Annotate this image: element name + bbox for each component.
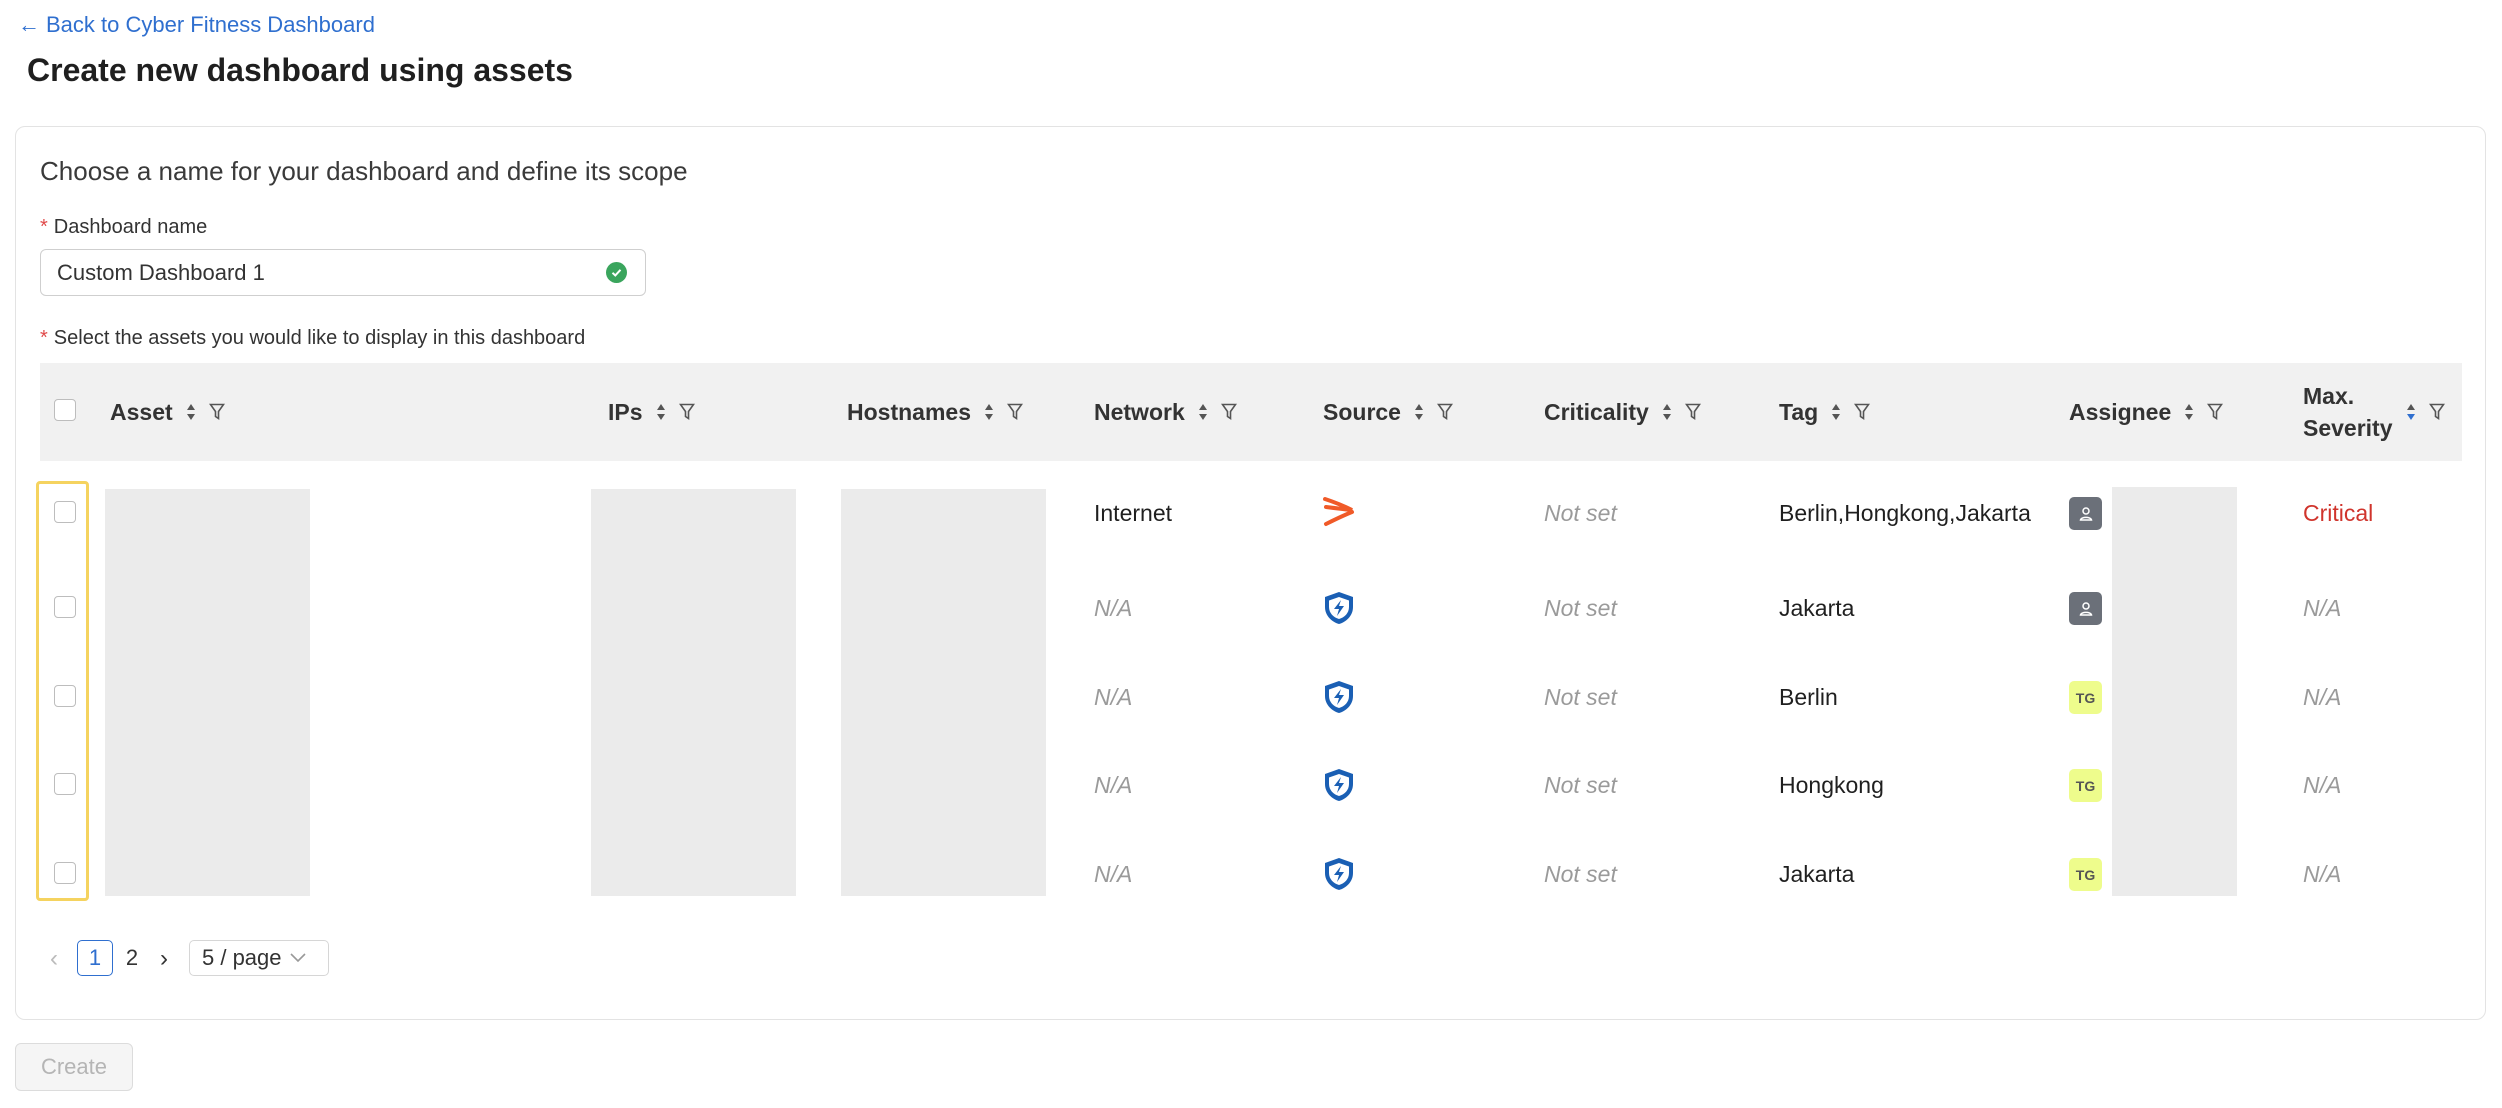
row-checkbox[interactable] (54, 501, 76, 523)
user-avatar-icon (2069, 592, 2102, 625)
sort-icon[interactable] (1830, 401, 1842, 423)
sort-icon[interactable] (185, 401, 197, 423)
dashboard-name-label: * Dashboard name (40, 216, 207, 239)
assignee-initials-avatar: TG (2069, 858, 2102, 891)
column-header-asset[interactable]: Asset (110, 363, 225, 461)
column-label: Assignee (2069, 399, 2172, 425)
filter-icon[interactable] (2207, 403, 2224, 421)
shield-bolt-icon (1325, 681, 1353, 713)
filter-icon[interactable] (1854, 403, 1871, 421)
tag-cell: Berlin (1779, 684, 1838, 710)
filter-icon[interactable] (208, 403, 225, 421)
page-1-button[interactable]: 1 (77, 940, 113, 976)
page-title: Create new dashboard using assets (27, 52, 573, 88)
network-cell: N/A (1094, 684, 1133, 710)
column-label: Criticality (1544, 399, 1649, 425)
column-header-assignee[interactable]: Assignee (2069, 363, 2224, 461)
check-circle-icon (606, 262, 627, 283)
column-label: Hostnames (847, 399, 971, 425)
shield-bolt-icon (1325, 769, 1353, 801)
filter-icon[interactable] (1436, 403, 1453, 421)
column-header-hostnames[interactable]: Hostnames (847, 363, 1023, 461)
tag-cell: Berlin,Hongkong,Jakarta (1779, 500, 2031, 526)
filter-icon[interactable] (1006, 403, 1023, 421)
user-avatar-icon (2069, 497, 2102, 530)
row-checkbox[interactable] (54, 862, 76, 884)
redacted-assignee-column (2112, 487, 2237, 896)
column-label: Network (1094, 399, 1185, 425)
network-cell: N/A (1094, 772, 1133, 798)
criticality-cell: Not set (1544, 684, 1617, 710)
sort-icon[interactable] (1197, 401, 1209, 423)
column-header-criticality[interactable]: Criticality (1544, 363, 1701, 461)
required-mark: * (40, 216, 48, 238)
sort-icon[interactable] (1413, 401, 1425, 423)
sort-icon[interactable] (1661, 401, 1673, 423)
dashboard-name-label-text: Dashboard name (53, 216, 208, 238)
select-all-checkbox[interactable] (54, 399, 76, 421)
chevron-down-icon (289, 953, 306, 963)
page-size-value: 5 / page (202, 945, 282, 970)
shield-bolt-icon (1325, 858, 1353, 890)
criticality-cell: Not set (1544, 772, 1617, 798)
sort-icon[interactable] (983, 401, 995, 423)
shield-bolt-icon (1325, 592, 1353, 624)
column-header-network[interactable]: Network (1094, 363, 1237, 461)
severity-cell: N/A (2303, 684, 2342, 710)
page-2-button[interactable]: 2 (114, 940, 150, 976)
severity-cell: N/A (2303, 861, 2342, 887)
column-header-max-severity[interactable]: Max. Severity (2303, 363, 2445, 461)
severity-cell: N/A (2303, 772, 2342, 798)
column-header-tag[interactable]: Tag (1779, 363, 1871, 461)
sort-icon[interactable] (655, 401, 667, 423)
column-label: Asset (110, 399, 173, 425)
section-title: Choose a name for your dashboard and def… (40, 156, 688, 186)
filter-icon[interactable] (1684, 403, 1701, 421)
severity-cell: Critical (2303, 500, 2374, 526)
sort-icon[interactable] (2405, 401, 2417, 423)
back-link-label: Back to Cyber Fitness Dashboard (46, 12, 375, 37)
assignee-initials-avatar: TG (2069, 681, 2102, 714)
network-cell: N/A (1094, 861, 1133, 887)
column-label: Source (1323, 399, 1401, 425)
network-cell: N/A (1094, 595, 1133, 621)
source-logo-orange-icon (1323, 497, 1354, 526)
tag-cell: Hongkong (1779, 772, 1884, 798)
assets-selection-label: * Select the assets you would like to dis… (40, 327, 585, 350)
filter-icon[interactable] (678, 403, 695, 421)
row-checkbox[interactable] (54, 596, 76, 618)
back-link[interactable]: ← Back to Cyber Fitness Dashboard (18, 12, 375, 38)
criticality-cell: Not set (1544, 500, 1617, 526)
column-header-ips[interactable]: IPs (608, 363, 695, 461)
column-label: IPs (608, 399, 643, 425)
filter-icon[interactable] (1220, 403, 1237, 421)
assets-selection-label-text: Select the assets you would like to disp… (53, 327, 586, 349)
criticality-cell: Not set (1544, 861, 1617, 887)
column-label: Tag (1779, 399, 1819, 425)
create-button[interactable]: Create (15, 1043, 133, 1091)
severity-cell: N/A (2303, 595, 2342, 621)
column-label-line2: Severity (2303, 415, 2393, 441)
row-checkbox[interactable] (54, 773, 76, 795)
tag-cell: Jakarta (1779, 595, 1855, 621)
row-checkbox[interactable] (54, 685, 76, 707)
redacted-ips-column (591, 489, 796, 896)
page-size-select[interactable]: 5 / page (189, 940, 329, 976)
required-mark: * (40, 327, 48, 349)
column-header-source[interactable]: Source (1323, 363, 1453, 461)
criticality-cell: Not set (1544, 595, 1617, 621)
filter-icon[interactable] (2428, 403, 2445, 421)
redacted-hostnames-column (841, 489, 1046, 896)
column-label: Max. Severity (2303, 380, 2393, 444)
tag-cell: Jakarta (1779, 861, 1855, 887)
arrow-left-icon: ← (18, 12, 40, 37)
assignee-initials-avatar: TG (2069, 769, 2102, 802)
next-page-button[interactable]: › (160, 945, 168, 973)
dashboard-name-input[interactable] (40, 249, 646, 296)
redacted-asset-column (105, 489, 310, 896)
network-cell: Internet (1094, 500, 1172, 526)
column-label-line1: Max. (2303, 383, 2355, 409)
prev-page-button[interactable]: ‹ (50, 945, 58, 973)
sort-icon[interactable] (2183, 401, 2195, 423)
